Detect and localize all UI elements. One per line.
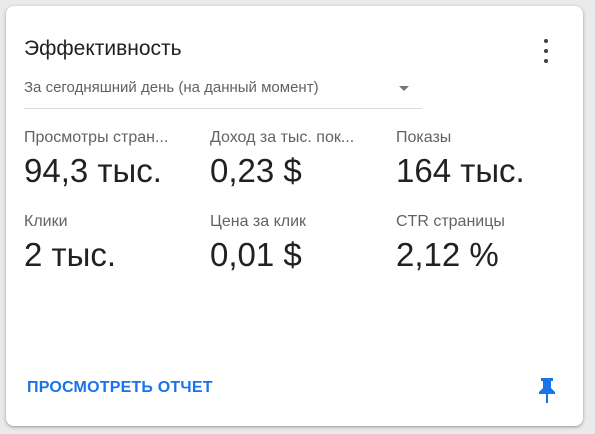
metric-value: 94,3 тыс. bbox=[24, 152, 162, 189]
metric-label: Цена за клик bbox=[210, 213, 307, 230]
more-vert-icon bbox=[544, 39, 548, 43]
view-report-link[interactable]: ПРОСМОТРЕТЬ ОТЧЕТ bbox=[27, 379, 213, 397]
performance-card: Эффективность За сегодняшний день (на да… bbox=[6, 6, 583, 426]
date-range-dropdown[interactable]: За сегодняшний день (на данный момент) bbox=[24, 72, 422, 109]
metric-rpm: Доход за тыс. пок... 0,23 $ bbox=[210, 128, 380, 191]
metric-label: CTR страницы bbox=[396, 213, 505, 230]
metric-page-ctr: CTR страницы 2,12 % bbox=[396, 212, 566, 275]
pin-button[interactable] bbox=[537, 376, 557, 404]
metric-impressions: Показы 164 тыс. bbox=[396, 128, 566, 191]
metric-value: 0,23 $ bbox=[210, 152, 302, 189]
metric-value: 0,01 $ bbox=[210, 236, 302, 273]
metric-clicks: Клики 2 тыс. bbox=[24, 212, 194, 275]
metric-label: Доход за тыс. пок... bbox=[210, 129, 355, 146]
dropdown-arrow-icon bbox=[399, 86, 409, 91]
metric-value: 2 тыс. bbox=[24, 236, 117, 273]
more-options-button[interactable] bbox=[536, 39, 556, 63]
metric-label: Просмотры стран... bbox=[24, 129, 169, 146]
metric-cpc: Цена за клик 0,01 $ bbox=[210, 212, 380, 275]
date-range-value: За сегодняшний день (на данный момент) bbox=[24, 79, 319, 96]
metric-value: 164 тыс. bbox=[396, 152, 525, 189]
metric-label: Показы bbox=[396, 129, 452, 146]
metric-value: 2,12 % bbox=[396, 236, 499, 273]
pin-icon bbox=[539, 378, 555, 403]
card-title: Эффективность bbox=[24, 37, 182, 60]
metric-label: Клики bbox=[24, 213, 68, 230]
metric-page-views: Просмотры стран... 94,3 тыс. bbox=[24, 128, 194, 191]
